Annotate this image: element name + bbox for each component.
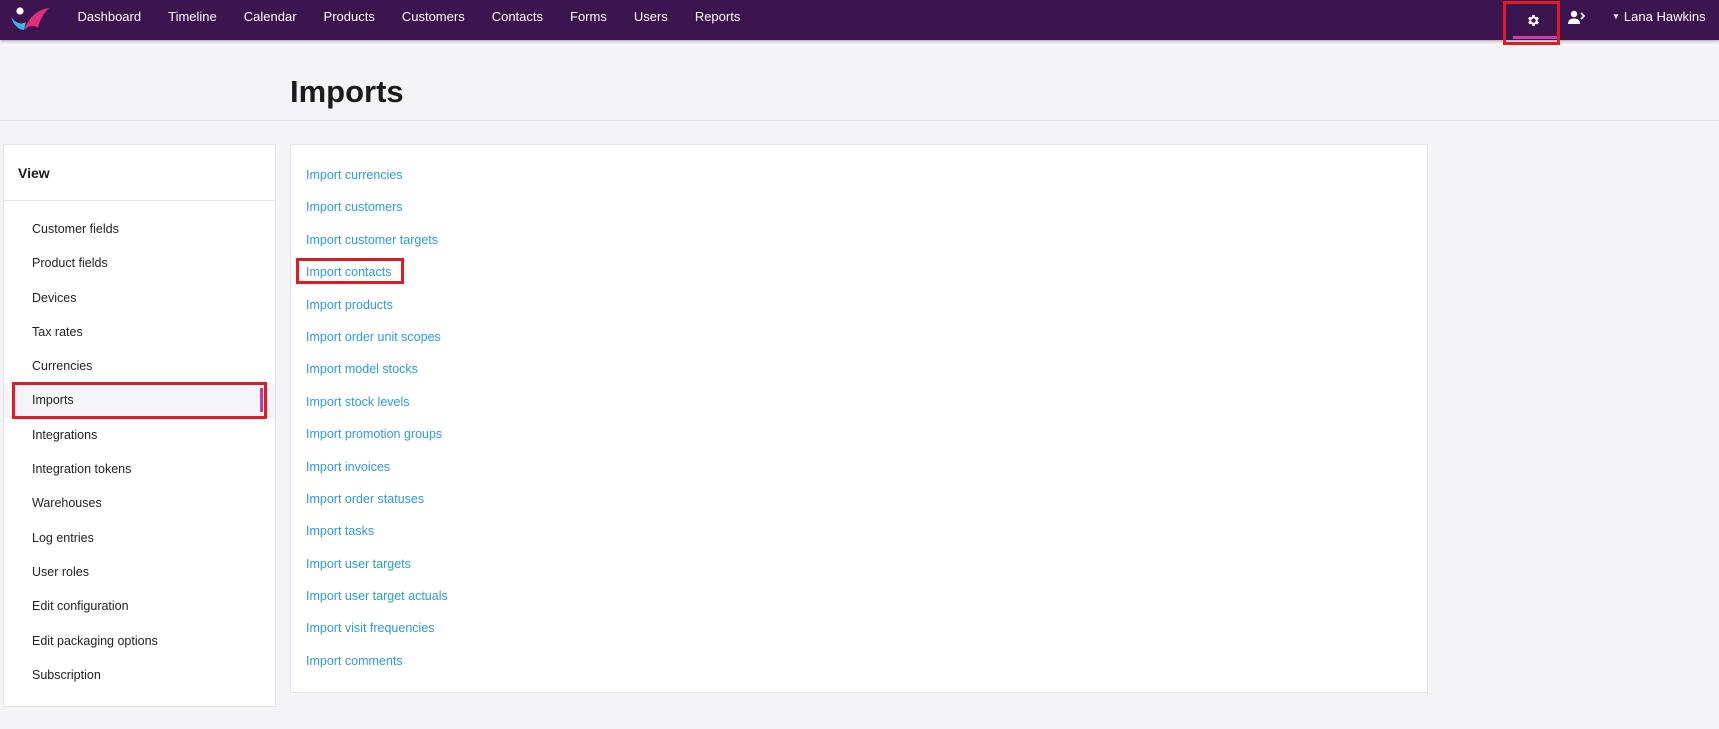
sidebar-item-subscription[interactable]: Subscription [4, 658, 275, 692]
import-model-stocks-link[interactable]: Import model stocks [291, 353, 1427, 385]
sidebar-item-integrations[interactable]: Integrations [4, 418, 275, 452]
nav-contacts[interactable]: Contacts [478, 0, 556, 36]
import-promotion-groups-link[interactable]: Import promotion groups [291, 418, 1427, 450]
page-header [0, 40, 1719, 121]
imports-panel: Import currencies Import customers Impor… [290, 144, 1428, 693]
page-title: Imports [290, 74, 404, 109]
user-menu[interactable]: ▼ Lana Hawkins [1612, 0, 1706, 36]
settings-button[interactable] [1503, 1, 1560, 45]
nav-users[interactable]: Users [620, 0, 681, 36]
nav-customers[interactable]: Customers [388, 0, 478, 36]
import-invoices-link[interactable]: Import invoices [291, 451, 1427, 483]
import-user-targets-link[interactable]: Import user targets [291, 548, 1427, 580]
nav-calendar[interactable]: Calendar [230, 0, 310, 36]
import-customers-link[interactable]: Import customers [291, 191, 1427, 223]
sidebar-item-product-fields[interactable]: Product fields [4, 246, 275, 280]
import-comments-link[interactable]: Import comments [291, 645, 1427, 677]
import-user-target-actuals-link[interactable]: Import user target actuals [291, 580, 1427, 612]
main-nav: Dashboard Timeline Calendar Products Cus… [64, 0, 754, 36]
sidebar-item-tax-rates[interactable]: Tax rates [4, 315, 275, 349]
import-currencies-link[interactable]: Import currencies [291, 159, 1427, 191]
sidebar-list: Customer fields Product fields Devices T… [4, 201, 275, 692]
app-logo[interactable] [8, 6, 50, 32]
sidebar-item-edit-configuration[interactable]: Edit configuration [4, 589, 275, 623]
import-order-statuses-link[interactable]: Import order statuses [291, 483, 1427, 515]
sidebar-item-currencies[interactable]: Currencies [4, 349, 275, 383]
import-products-link[interactable]: Import products [291, 289, 1427, 321]
sidebar-heading: View [4, 145, 275, 201]
sidebar-item-edit-packaging-options[interactable]: Edit packaging options [4, 624, 275, 658]
user-switch-icon[interactable] [1568, 10, 1586, 25]
nav-reports[interactable]: Reports [681, 0, 754, 36]
sidebar-item-warehouses[interactable]: Warehouses [4, 486, 275, 520]
sidebar-item-imports[interactable]: Imports [4, 383, 275, 418]
sidebar-item-log-entries[interactable]: Log entries [4, 521, 275, 555]
sidebar-item-customer-fields[interactable]: Customer fields [4, 212, 275, 246]
top-nav-bar: Dashboard Timeline Calendar Products Cus… [0, 0, 1719, 45]
nav-timeline[interactable]: Timeline [155, 0, 231, 36]
nav-forms[interactable]: Forms [557, 0, 621, 36]
sidebar-item-integration-tokens[interactable]: Integration tokens [4, 452, 275, 486]
caret-down-icon: ▼ [1612, 12, 1620, 21]
settings-active-indicator [1513, 36, 1557, 39]
sidebar-item-devices[interactable]: Devices [4, 281, 275, 315]
nav-dashboard[interactable]: Dashboard [64, 0, 155, 36]
nav-products[interactable]: Products [310, 0, 388, 36]
import-contacts-link[interactable]: Import contacts [291, 256, 1427, 288]
import-order-unit-scopes-link[interactable]: Import order unit scopes [291, 321, 1427, 353]
import-tasks-link[interactable]: Import tasks [291, 515, 1427, 547]
import-customer-targets-link[interactable]: Import customer targets [291, 224, 1427, 256]
gear-icon [1528, 15, 1539, 26]
settings-sidebar: View Customer fields Product fields Devi… [3, 144, 276, 707]
user-name: Lana Hawkins [1623, 9, 1706, 24]
sidebar-item-user-roles[interactable]: User roles [4, 555, 275, 589]
import-visit-frequencies-link[interactable]: Import visit frequencies [291, 612, 1427, 644]
import-stock-levels-link[interactable]: Import stock levels [291, 386, 1427, 418]
import-links-list: Import currencies Import customers Impor… [291, 145, 1427, 677]
